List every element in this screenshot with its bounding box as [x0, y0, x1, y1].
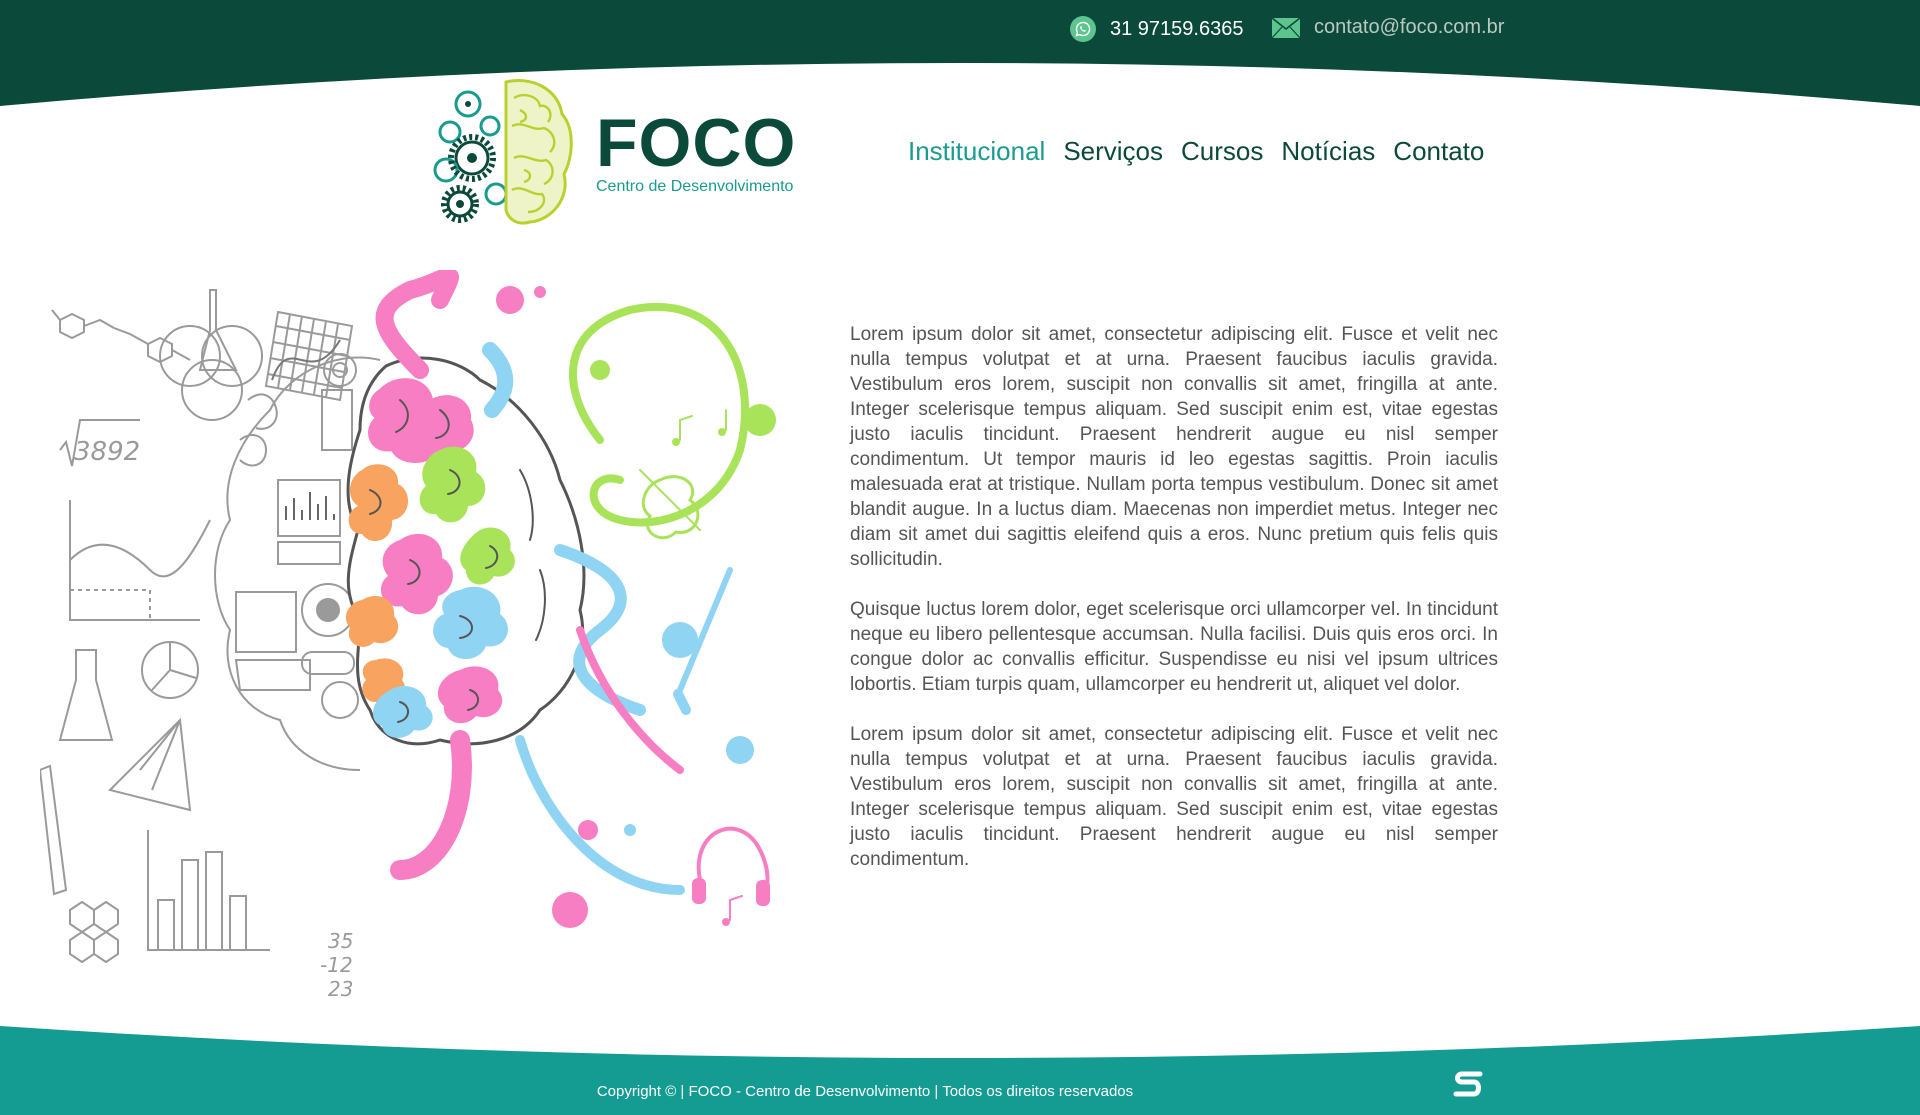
sketch-number-3892: 3892: [74, 437, 140, 467]
whatsapp-icon: [1070, 16, 1096, 42]
phone-number: 31 97159.6365: [1110, 17, 1244, 40]
top-bar-wave: [0, 0, 1920, 106]
main-nav: Institucional Serviços Cursos Notícias C…: [908, 136, 1484, 167]
footer: [0, 1020, 1920, 1115]
sketch-number-35: 35: [328, 929, 353, 953]
footer-wave: [0, 1026, 1920, 1115]
logo-subtitle: Centro de Desenvolvimento: [596, 178, 794, 195]
sketch-number-12: -12: [320, 953, 353, 977]
nav-item-contato[interactable]: Contato: [1393, 136, 1484, 167]
email-contact[interactable]: contato@foco.com.br: [1271, 16, 1505, 39]
nav-item-noticias[interactable]: Notícias: [1281, 136, 1375, 167]
brain-illustration: 3892 35 -12 23: [38, 267, 820, 1010]
nav-item-institucional[interactable]: Institucional: [908, 136, 1045, 167]
copyright-text: Copyright © | FOCO - Centro de Desenvolv…: [596, 1083, 1134, 1100]
nav-item-servicos[interactable]: Serviços: [1063, 136, 1163, 167]
nav-item-cursos[interactable]: Cursos: [1181, 136, 1263, 167]
phone-contact[interactable]: 31 97159.6365: [1070, 16, 1243, 42]
content-paragraph-3: Lorem ipsum dolor sit amet, consectetur …: [850, 724, 1498, 870]
developer-s-logo-icon[interactable]: [1450, 1068, 1486, 1100]
brain-gears-icon: [433, 79, 573, 225]
main-content: Lorem ipsum dolor sit amet, consectetur …: [850, 322, 1498, 897]
brain-left-right-illustration: 3892 35 -12 23: [38, 267, 776, 1001]
logo-wordmark: FOCO: [596, 105, 797, 181]
envelope-icon: [1271, 16, 1301, 38]
email-address: contato@foco.com.br: [1314, 16, 1505, 38]
top-bar: [0, 0, 1920, 110]
site-logo[interactable]: FOCO Centro de Desenvolvimento: [420, 74, 820, 234]
sketch-number-23: 23: [328, 977, 353, 1001]
content-paragraph-2: Quisque luctus lorem dolor, eget sceleri…: [850, 599, 1498, 695]
content-paragraph-1: Lorem ipsum dolor sit amet, consectetur …: [850, 324, 1498, 570]
